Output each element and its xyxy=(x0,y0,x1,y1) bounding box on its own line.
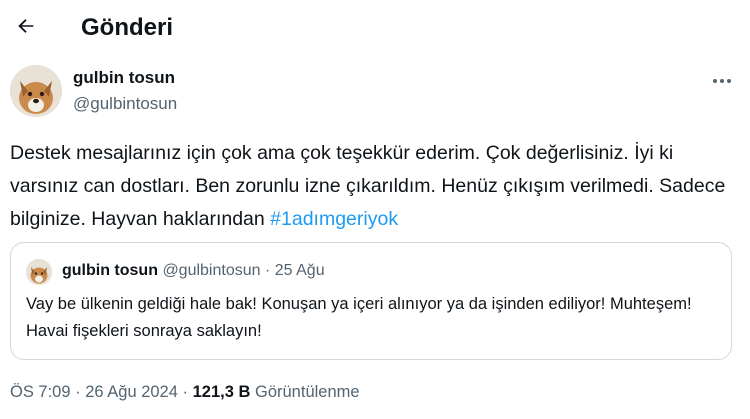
author-name[interactable]: gulbin tosun xyxy=(73,68,175,88)
hashtag-link[interactable]: #1adımgeriyok xyxy=(270,208,398,230)
views-label: Görüntülenme xyxy=(255,383,360,401)
quote-text: Vay be ülkenin geldiği hale bak! Konuşan… xyxy=(26,295,692,340)
post-time[interactable]: ÖS 7:09 xyxy=(10,383,71,401)
quote-separator: · xyxy=(264,262,271,279)
quote-author-handle[interactable]: @gulbintosun xyxy=(162,262,260,279)
meta-separator: · xyxy=(75,383,81,401)
avatar[interactable] xyxy=(10,65,62,117)
views-count: 121,3 B xyxy=(192,383,251,401)
quoted-post-card[interactable]: gulbin tosun @gulbintosun · 25 Ağu Vay b… xyxy=(10,242,732,360)
page-title: Gönderi xyxy=(81,14,174,41)
post-date[interactable]: 26 Ağu 2024 xyxy=(85,383,178,401)
more-horizontal-icon xyxy=(712,71,732,89)
quote-date[interactable]: 25 Ağu xyxy=(275,262,325,279)
post-meta: ÖS 7:09 · 26 Ağu 2024 · 121,3 B Görüntül… xyxy=(10,383,360,402)
arrow-left-icon xyxy=(15,15,37,42)
more-button[interactable] xyxy=(706,68,738,92)
post-text: Destek mesajlarınız için çok ama çok teş… xyxy=(10,137,740,236)
quote-header: gulbin tosun @gulbintosun · 25 Ağu xyxy=(62,262,325,280)
header-bar: Gönderi xyxy=(0,0,750,60)
back-button[interactable] xyxy=(8,10,44,46)
meta-separator-2: · xyxy=(182,383,189,401)
author-handle[interactable]: @gulbintosun xyxy=(73,94,177,114)
quote-author-name[interactable]: gulbin tosun xyxy=(62,262,158,279)
quote-avatar[interactable] xyxy=(26,259,52,285)
